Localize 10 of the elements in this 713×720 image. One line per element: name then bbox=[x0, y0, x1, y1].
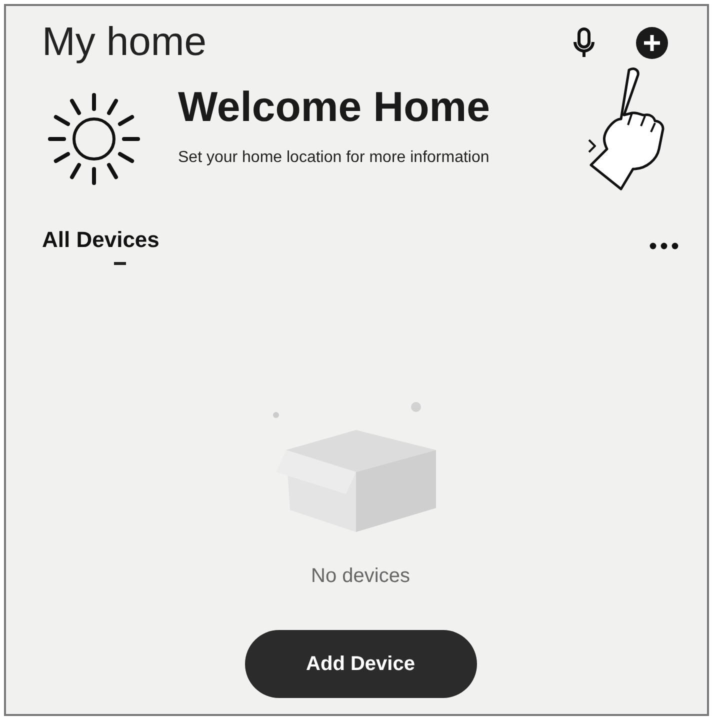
page-title: My home bbox=[42, 20, 206, 65]
devices-tab[interactable]: All Devices bbox=[42, 227, 160, 265]
more-icon[interactable] bbox=[649, 242, 679, 250]
welcome-subtitle: Set your home location for more information bbox=[178, 148, 490, 168]
add-icon[interactable] bbox=[635, 26, 669, 60]
microphone-icon[interactable] bbox=[573, 26, 595, 58]
add-device-button[interactable]: Add Device bbox=[244, 630, 476, 698]
empty-message: No devices bbox=[311, 565, 410, 588]
welcome-title: Welcome Home bbox=[178, 83, 491, 131]
chevron-right-icon[interactable] bbox=[588, 139, 596, 153]
